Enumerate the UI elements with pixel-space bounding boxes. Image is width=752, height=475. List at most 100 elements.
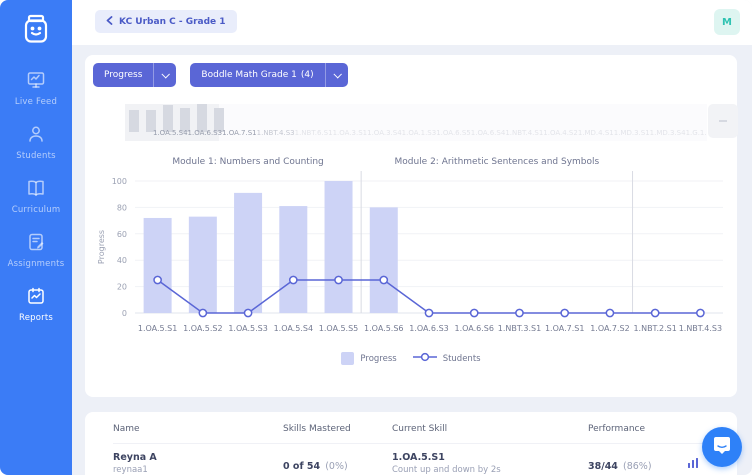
x-tick-label: 1.OA.7.S1 [545,324,584,333]
minimap-labels: 1.OA.5.S41.OA.6.S31.OA.7.S11.NBT.4.S31.N… [153,129,699,137]
minimap-reset-button[interactable] [708,104,738,138]
students-point [471,309,478,316]
sidebar-item-reports[interactable]: Reports [0,284,72,325]
minimap-skill-label: 1.G.1.S2 [686,129,707,137]
sidebar-item-label: Assignments [8,259,65,269]
minimap-skill-label: 1.NBT.4.S3 [257,129,295,137]
performance-cell: 38/44 (86%) [588,454,683,473]
view-type-dropdown[interactable]: Progress [93,63,176,87]
back-label: KC Urban C - Grade 1 [119,17,226,27]
current-skill-code: 1.OA.5.S1 [392,452,588,463]
students-point [335,276,342,283]
x-tick-label: 1.OA.5.S2 [183,324,222,333]
reports-icon [26,286,46,310]
back-chevron-icon [106,16,113,28]
progress-report-card: Progress Boddle Math Grade 1 (4) 1.OA.5.… [85,55,737,397]
back-button[interactable]: KC Urban C - Grade 1 [95,10,237,33]
x-tick-label: 1.OA.6.S3 [409,324,448,333]
minimap-skill-label: 1.OA.3.S1 [333,129,368,137]
sidebar-item-label: Live Feed [15,97,57,107]
sidebar-item-students[interactable]: Students [0,122,72,163]
minimap-skill-label: 1.OA.3.S4 [367,129,402,137]
view-type-label: Progress [93,63,153,87]
legend-progress-label: Progress [360,354,396,364]
students-point [697,309,704,316]
table-row[interactable]: Reyna A reynaa1 0 of 54 (0%) 1.OA.5.S1 C… [113,452,721,475]
x-tick-label: 1.NBT.3.S1 [498,324,541,333]
minimap-skill-label: 1.OA.7.S1 [222,129,257,137]
curriculum-icon [26,178,46,202]
x-tick-label: 1.OA.6.S6 [454,324,493,333]
student-name: Reyna A [113,452,283,463]
progress-chart: 020406080100ProgressModule 1: Numbers an… [93,155,729,345]
col-performance: Performance [588,424,683,434]
sidebar-item-curriculum[interactable]: Curriculum [0,176,72,217]
minimap-skill-label: 1.NBT.4.S1 [505,129,543,137]
chat-icon [712,435,732,459]
progress-bar [234,193,262,313]
minimap-bars [129,104,224,132]
app-window: Live Feed Students Curriculum [0,0,752,475]
module-title: Module 2: Arithmetic Sentences and Symbo… [394,157,599,167]
skills-minimap-scrollbar[interactable]: 1.OA.5.S41.OA.6.S31.OA.7.S11.NBT.4.S31.N… [125,104,707,141]
sidebar-item-label: Students [16,151,56,161]
curriculum-dropdown[interactable]: Boddle Math Grade 1 (4) [190,63,347,87]
legend-progress: Progress [341,352,396,365]
students-point [244,309,251,316]
students-icon [26,124,46,148]
progress-bar [189,217,217,313]
y-tick-label: 100 [112,177,127,186]
student-username: reynaa1 [113,465,283,475]
y-tick-label: 60 [117,230,127,239]
students-point [516,309,523,316]
current-skill-desc: Count up and down by 2s [392,465,588,475]
minimap-bar [197,104,207,132]
student-report-button[interactable] [687,454,699,473]
minimap-bar [129,110,139,132]
minimap-skill-label: 1.OA.5.S4 [153,129,188,137]
chat-launcher-button[interactable] [702,427,742,467]
sidebar-item-live-feed[interactable]: Live Feed [0,68,72,109]
students-point [561,309,568,316]
y-axis-label: Progress [97,230,106,264]
bar-chart-icon [687,454,699,473]
skills-mastered-pct: (0%) [325,461,347,472]
sidebar-item-assignments[interactable]: Assignments [0,230,72,271]
skills-mastered-cell: 0 of 54 (0%) [283,454,392,473]
x-tick-label: 1.OA.5.S5 [319,324,358,333]
progress-bar [144,218,172,313]
assignments-icon [26,232,46,256]
progress-bar [370,207,398,313]
curriculum-label: Boddle Math Grade 1 [201,70,296,80]
students-point [199,309,206,316]
boddle-logo-icon[interactable] [19,12,53,50]
avatar-initial: M [722,17,732,28]
students-point [380,276,387,283]
topbar: KC Urban C - Grade 1 M [72,0,752,45]
skills-mastered-value: 0 of 54 [283,461,320,472]
col-skills-mastered: Skills Mastered [283,424,392,434]
students-marker-icon [413,352,437,365]
minimap-skill-label: 1.NBT.6.S1 [295,129,333,137]
col-name: Name [113,424,283,434]
students-table-card: Name Skills Mastered Current Skill Perfo… [85,412,737,475]
x-tick-label: 1.OA.5.S6 [364,324,403,333]
chevron-down-icon [325,63,348,87]
x-tick-label: 1.OA.5.S4 [274,324,313,333]
y-tick-label: 20 [117,283,127,292]
user-avatar[interactable]: M [714,9,740,35]
minimap-skill-label: 1.OA.1.S3 [402,129,437,137]
sidebar-item-label: Curriculum [12,205,61,215]
table-header: Name Skills Mastered Current Skill Perfo… [113,424,721,444]
students-point [290,276,297,283]
module-title: Module 1: Numbers and Counting [172,157,323,167]
chevron-down-icon [153,63,176,87]
minimap-skill-label: 1.MD.3.S4 [650,129,686,137]
y-tick-label: 40 [117,256,127,265]
students-point [154,276,161,283]
legend-students-label: Students [443,354,481,364]
progress-bar [325,181,353,313]
col-current-skill: Current Skill [392,424,588,434]
performance-value: 38/44 [588,461,618,472]
minimap-skill-label: 1.MD.3.S1 [614,129,650,137]
